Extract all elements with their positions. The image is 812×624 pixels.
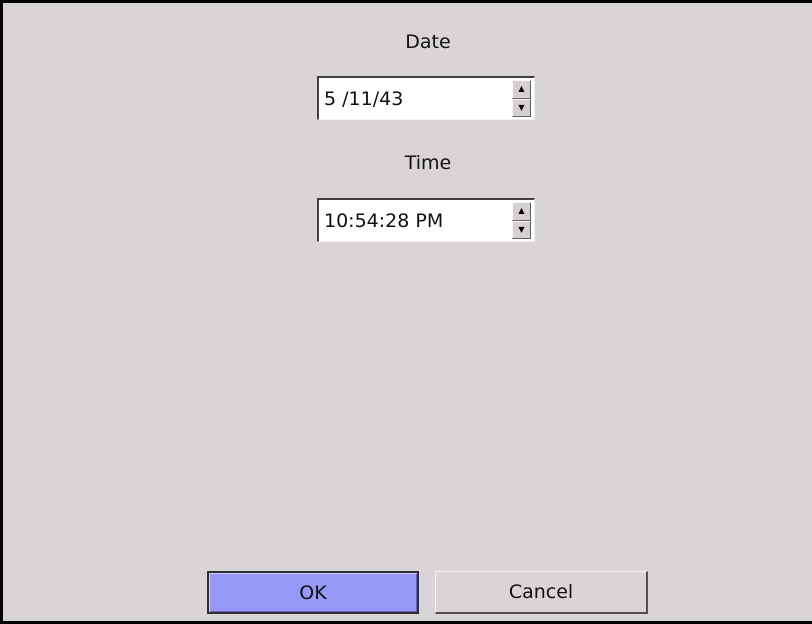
date-decrement-button[interactable]: ▼ [512,98,531,117]
date-spin-buttons: ▲ ▼ [512,80,531,117]
date-time-dialog: Date ▲ ▼ Time ▲ ▼ OK Cancel [0,0,812,624]
cancel-button-label: Cancel [508,581,574,603]
ok-button-label: OK [299,581,327,604]
arrow-up-icon: ▲ [518,84,525,94]
time-increment-button[interactable]: ▲ [512,202,531,221]
arrow-up-icon: ▲ [518,206,525,216]
time-label: Time [404,152,452,174]
time-decrement-button[interactable]: ▼ [512,220,531,239]
time-field[interactable] [319,200,509,241]
date-increment-button[interactable]: ▲ [512,80,531,99]
ok-button[interactable]: OK [207,571,419,614]
time-spin-buttons: ▲ ▼ [512,202,531,239]
date-field[interactable] [319,78,509,119]
time-picker[interactable]: ▲ ▼ [317,198,535,242]
arrow-down-icon: ▼ [518,224,525,234]
arrow-down-icon: ▼ [518,102,525,112]
date-picker[interactable]: ▲ ▼ [317,76,535,120]
cancel-button[interactable]: Cancel [435,571,648,614]
date-label: Date [405,31,451,53]
